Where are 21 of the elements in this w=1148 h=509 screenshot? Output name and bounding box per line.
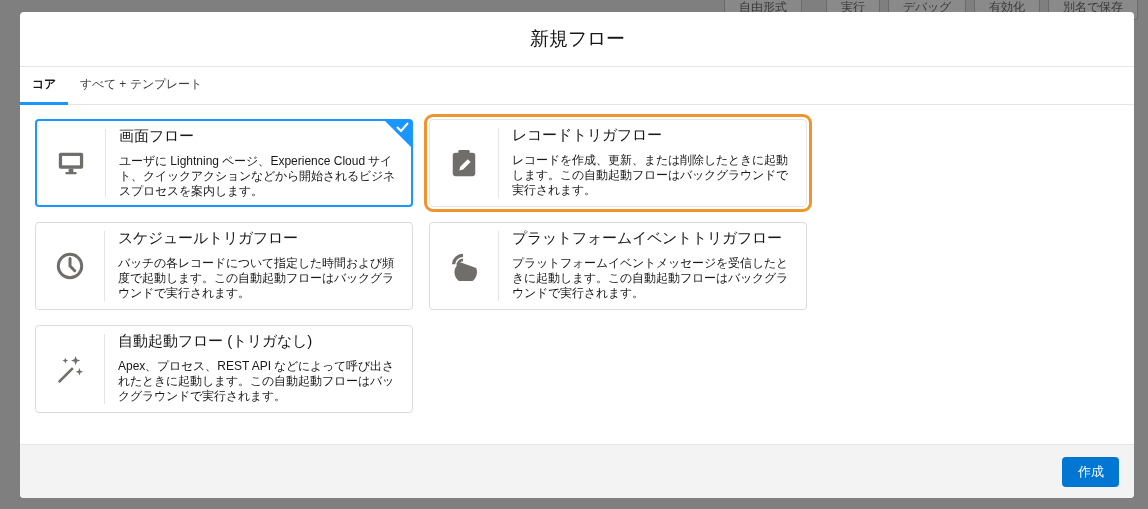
flow-type-card[interactable]: 自動起動フロー (トリガなし) Apex、プロセス、REST API などによって呼び出されたときに起動します。この自動起動フローはバックグラウンドで実行されます。 [35, 325, 413, 413]
magic-wand-icon [55, 354, 85, 384]
checkmark-icon [384, 120, 412, 148]
card-description: プラットフォームイベントメッセージを受信したときに起動します。この自動起動フローはバックグラウンドで実行されます。 [512, 256, 789, 301]
card-title: スケジュールトリガフロー [118, 229, 299, 248]
tab[interactable]: すべて + テンプレート [68, 67, 214, 105]
card-title: 自動起動フロー (トリガなし) [118, 332, 314, 351]
card-title: 画面フロー [119, 127, 195, 146]
card-description: Apex、プロセス、REST API などによって呼び出されたときに起動します。この自動起動フローはバックグラウンドで実行されます。 [118, 359, 396, 404]
flow-type-card[interactable]: プラットフォームイベントトリガフロー プラットフォームイベントメッセージを受信したときに起動します。この自動起動フローはバックグラウンドで実行されます。 [429, 222, 807, 310]
tab[interactable]: コア [20, 67, 68, 105]
card-title: プラットフォームイベントトリガフロー [512, 229, 783, 248]
card-title: レコードトリガフロー [512, 126, 663, 145]
create-button[interactable]: 作成 [1062, 456, 1119, 487]
card-description: バッチの各レコードについて指定した時間および頻度で起動します。この自動起動フローはバックグラウンドで実行されます。 [118, 256, 395, 301]
card-description: ユーザに Lightning ページ、Experience Cloud サイト、クイックアクションなどから開始されるビジネスプロセスを案内します。 [119, 154, 396, 199]
flow-type-card[interactable]: スケジュールトリガフロー バッチの各レコードについて指定した時間および頻度で起動します。この自動起動フローはバックグラウンドで実行されます。 [35, 222, 413, 310]
flow-type-card[interactable]: 画面フロー ユーザに Lightning ページ、Experience Cloud サイト、クイックアクションなどから開始されるビジネスプロセスを案内します。 [35, 119, 413, 207]
clock-icon [55, 251, 85, 281]
card-description: レコードを作成、更新、または削除したときに起動します。この自動起動フローはバックグラウンドで実行されます。 [512, 153, 789, 198]
modal-title: 新規フロー [529, 27, 625, 51]
